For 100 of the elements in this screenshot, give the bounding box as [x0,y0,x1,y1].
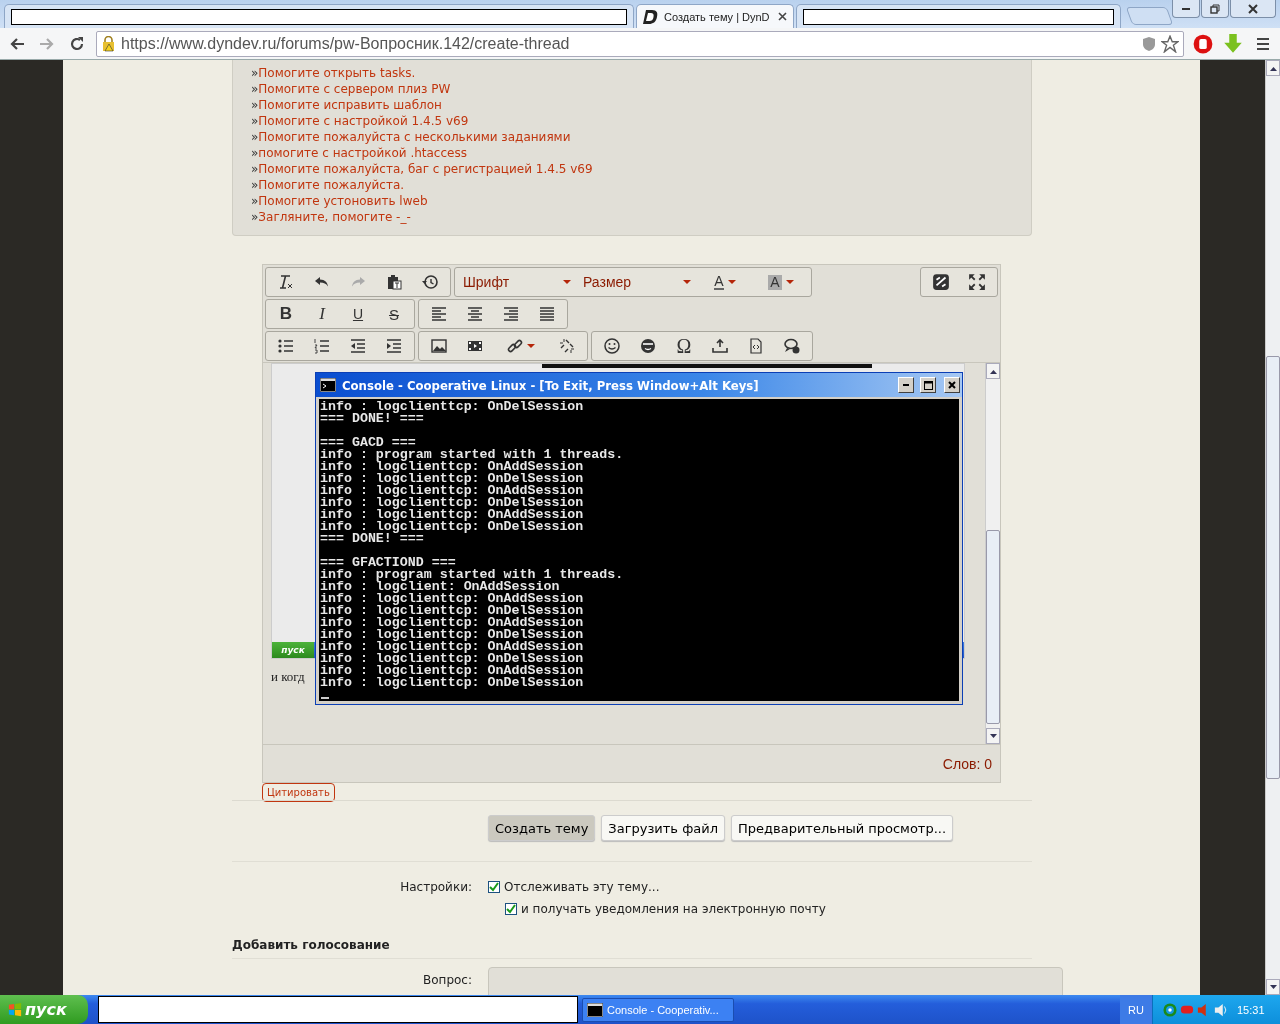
thread-link[interactable]: помогите с настройкой .htaccess [258,146,467,160]
minimize-icon [1182,7,1190,10]
windows-flag-icon [8,1002,22,1017]
console-line: info : logclienttcp: OnDelSession [320,677,585,689]
window-title: Console - Cooperative Linux - [To Exit, Press Window+Alt Keys] [342,377,760,393]
scrollbar[interactable] [985,363,1000,744]
sunglasses-smiley-icon [640,338,656,354]
thread-link[interactable]: Помогите открыть tasks. [258,66,416,80]
bullet-marker: » [251,146,259,160]
settings-label: Настройки: [399,879,472,896]
start-button[interactable]: пуск [0,995,88,1024]
restore-button[interactable] [1201,0,1229,18]
taskbar-item[interactable]: Console - Cooperativ... [582,997,734,1022]
numbered-list-icon [314,338,330,354]
console-line: === GACD === [320,437,417,449]
browser-tab[interactable] [795,4,1121,28]
clear-format-icon [278,274,294,290]
forward-arrow-icon [39,35,55,52]
text-cursor [321,697,329,699]
word-count: Слов: 0 [942,755,992,772]
smiley-icon [604,338,620,354]
strikethrough-button[interactable]: S [376,301,412,327]
text-color-button[interactable]: A [697,269,753,295]
url-text: https://www.dyndev.ru/forums/pw-Вопросник.142/create-thread [121,34,571,53]
bullet-marker: » [251,178,259,192]
clock: 15:31 [1237,1003,1265,1016]
console-line: info : logclienttcp: OnDelSession [320,605,585,617]
thread-link[interactable]: Помогите пожалуйста. [258,178,405,192]
console-line: info : logclienttcp: OnDelSession [320,629,585,641]
console-icon [320,378,336,392]
field-label: Вопрос: [422,972,472,987]
checkbox-label: Отслеживать эту тему... [504,879,660,896]
input-field[interactable] [488,967,1063,995]
console-line: info : logclienttcp: OnAddSession [320,461,585,473]
thread-link[interactable]: Загляните, помогите -_- [258,210,411,224]
console-line: info : logclienttcp: OnAddSession [320,509,585,521]
thread-link[interactable]: Помогите исправить шаблон [258,98,442,112]
post-text: и когд [271,669,305,685]
align-center-icon [467,306,483,322]
special-character-button[interactable]: Ω [666,333,702,359]
console-line: info : program started with 1 threads. [320,569,625,581]
close-button[interactable] [1230,0,1276,18]
address-bar[interactable]: https://www.dyndev.ru/forums/pw-Вопросник.142/create-thread [96,30,1184,57]
scrollbar[interactable] [1265,60,1280,995]
bullet-marker: » [251,130,259,144]
bullet-marker: » [251,210,259,224]
maximize-icon [968,273,986,291]
tab-title: Создать тему | DynD [664,10,771,23]
history-icon [422,274,438,290]
thread-link[interactable]: Помогите с сервером плиз PW [258,82,451,96]
reload-icon [69,35,85,52]
thread-link[interactable]: Помогите пожалуйста, баг с регистрацией 1.4.5 v69 [258,162,593,176]
thread-link[interactable]: Помогите устоновить lweb [258,194,428,208]
checkbox[interactable] [505,903,517,915]
console-icon [587,1002,603,1017]
thread-link[interactable]: Помогите с настройкой 1.4.5 v69 [258,114,469,128]
justify-icon [539,306,555,322]
source-toggle-icon [932,273,950,291]
browser-tab[interactable] [4,4,634,28]
console-line: info : logclienttcp: OnDelSession [320,401,585,413]
d-logo-icon [643,8,659,25]
indent-icon [386,338,402,354]
restore-icon [1210,3,1220,14]
console-line: === DONE! === [320,413,424,425]
outdent-icon [350,338,366,354]
bullet-marker: » [251,114,259,128]
console-line: info : logclienttcp: OnDelSession [320,497,585,509]
maximize-button[interactable] [920,377,936,393]
form-button[interactable]: Загрузить файл [601,815,725,841]
language-indicator[interactable]: RU [1120,995,1152,1024]
star-icon [1161,34,1179,53]
checkbox[interactable] [488,881,500,893]
close-icon [948,381,956,389]
download-arrow-icon [1223,33,1243,54]
form-button[interactable]: Предварительный просмотр... [731,815,954,841]
insert-icon [712,338,728,354]
background-color-button[interactable]: A [753,269,809,295]
size-dropdown[interactable]: Размер [577,269,697,295]
quote-button[interactable]: Цитировать [262,783,335,802]
film-icon [467,338,483,354]
bullet-marker: » [251,194,259,208]
browser-tab[interactable]: Создать тему | DynD [636,4,794,28]
underline-button[interactable]: U [340,301,376,327]
italic-button[interactable]: I [304,301,340,327]
console-line: info : logclienttcp: OnAddSession [320,617,585,629]
font-dropdown[interactable]: Шрифт [457,269,577,295]
form-button[interactable]: Создать тему [488,815,596,841]
menu-icon [1255,35,1271,52]
thread-link[interactable]: Помогите пожалуйста с несколькими заданиями [258,130,571,144]
back-arrow-icon [9,35,25,52]
console-line: info : program started with 1 threads. [320,449,625,461]
ring-icon [1163,1002,1177,1017]
minimize-button[interactable] [1172,0,1200,18]
unlink-icon [559,338,575,354]
console-line: info : logclienttcp: OnDelSession [320,473,585,485]
close-icon [777,12,787,21]
bold-button[interactable]: B [268,301,304,327]
bulleted-list-icon [278,338,294,354]
console-line: info : logclienttcp: OnAddSession [320,593,585,605]
shield-icon [1141,35,1157,52]
